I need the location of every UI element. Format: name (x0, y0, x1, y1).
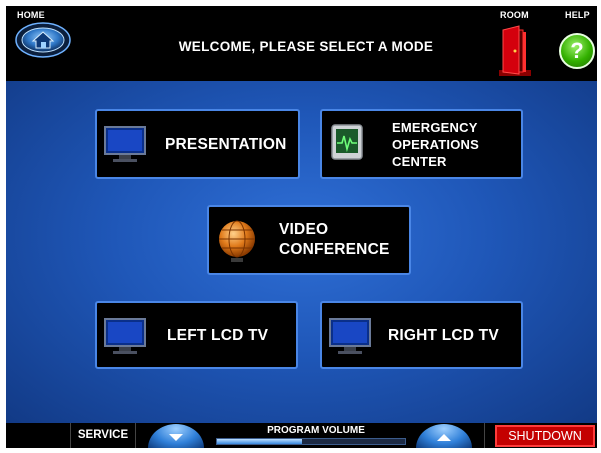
shutdown-button[interactable]: SHUTDOWN (495, 425, 595, 447)
video-conference-button[interactable]: VIDEO CONFERENCE (207, 205, 411, 275)
help-label: HELP (565, 10, 590, 20)
chevron-down-icon (169, 434, 183, 441)
footer-bar: SERVICE PROGRAM VOLUME SHUTDOWN (6, 423, 597, 448)
right-lcd-tv-button[interactable]: RIGHT LCD TV (320, 301, 523, 369)
service-label: SERVICE (77, 429, 129, 441)
monitor-icon (331, 124, 363, 160)
chevron-up-icon (437, 434, 451, 441)
room-label: ROOM (500, 10, 529, 20)
service-button[interactable]: SERVICE (70, 423, 136, 448)
left-lcd-tv-label: LEFT LCD TV (167, 327, 269, 344)
right-lcd-tv-label: RIGHT LCD TV (388, 327, 499, 344)
presentation-button[interactable]: PRESENTATION (95, 109, 300, 179)
shutdown-label: SHUTDOWN (508, 429, 582, 443)
door-icon (499, 25, 531, 76)
volume-level-fill (217, 439, 302, 444)
tv-icon (104, 126, 146, 162)
home-icon (15, 22, 71, 58)
page-title: WELCOME, PLEASE SELECT A MODE (178, 39, 434, 54)
video-label-line1: VIDEO (279, 221, 329, 238)
home-button[interactable] (15, 22, 71, 58)
video-label-line2: CONFERENCE (279, 241, 390, 258)
volume-bar (216, 438, 406, 445)
volume-down-button[interactable] (148, 424, 204, 448)
left-lcd-tv-button[interactable]: LEFT LCD TV (95, 301, 298, 369)
eoc-label-line1: EMERGENCY (392, 120, 478, 135)
emergency-operations-center-button[interactable]: EMERGENCY OPERATIONS CENTER (320, 109, 523, 179)
tv-icon (329, 318, 371, 354)
program-volume-label: PROGRAM VOLUME (267, 425, 365, 436)
touch-panel: HOME WELCOME, PLEASE SELECT A MODE ROOM (6, 6, 597, 448)
header-bar: HOME WELCOME, PLEASE SELECT A MODE ROOM (6, 6, 597, 81)
mode-selection-area: PRESENTATION EMERGENCY OPERATIONS CENTER (6, 81, 597, 423)
eoc-label-line2: OPERATIONS (392, 137, 479, 152)
globe-icon (219, 220, 255, 262)
tv-icon (104, 318, 146, 354)
room-button[interactable] (495, 24, 533, 78)
help-button[interactable]: ? (559, 33, 595, 69)
volume-up-button[interactable] (416, 424, 472, 448)
help-icon: ? (570, 38, 584, 63)
home-label: HOME (17, 10, 45, 20)
presentation-label: PRESENTATION (165, 136, 287, 153)
eoc-label-line3: CENTER (392, 154, 447, 169)
footer-divider (484, 423, 485, 448)
